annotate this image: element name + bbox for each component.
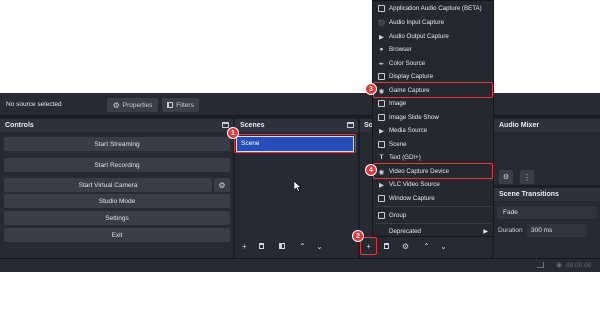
highlight-video-capture-device [373, 163, 493, 179]
transition-select[interactable]: Fade [497, 206, 597, 219]
speaker-icon: ▶ [379, 33, 384, 41]
step-4-badge: 4 [365, 164, 377, 176]
scene-transitions-header: Scene Transitions [494, 188, 600, 201]
record-icon: ◉ [556, 262, 563, 269]
trash-icon [384, 243, 389, 249]
mouse-cursor-icon [294, 181, 302, 192]
menu-item-audio-input-capture[interactable]: ⚫ Audio Input Capture [373, 16, 493, 29]
menu-item-color-source[interactable]: ✒ Color Source [373, 57, 493, 70]
properties-button[interactable]: ⚙ Properties [107, 98, 158, 112]
scenes-title: Scenes [240, 122, 265, 129]
text-icon: T [379, 154, 384, 161]
plus-icon: + [242, 241, 247, 251]
paint-brush-icon: ✒ [378, 60, 385, 68]
virtual-camera-settings-button[interactable]: ⚙ [214, 178, 230, 192]
move-scene-down-button[interactable]: ⌄ [313, 239, 326, 253]
status-bar [0, 258, 600, 272]
settings-button[interactable]: Settings [4, 211, 230, 225]
step-1-badge: 1 [227, 127, 239, 139]
chevron-down-icon: ⌄ [440, 241, 447, 251]
gear-icon: ⚙ [401, 241, 410, 251]
studio-mode-button[interactable]: Studio Mode [4, 194, 230, 208]
scene-icon [378, 141, 385, 148]
undock-icon[interactable] [222, 122, 229, 128]
menu-item-group[interactable]: Group [373, 209, 493, 222]
scene-filters-button[interactable] [275, 239, 288, 253]
menu-item-vlc-video-source[interactable]: ▶ VLC Video Source [373, 178, 493, 191]
remove-scene-button[interactable] [255, 239, 268, 253]
menu-item-deprecated[interactable]: Deprecated ▶ [373, 225, 493, 238]
scenes-header: Scenes [235, 119, 358, 132]
monitor-icon [378, 73, 385, 80]
folder-icon [378, 212, 385, 219]
move-source-down-button[interactable]: ⌄ [437, 239, 450, 253]
slideshow-icon [378, 114, 385, 121]
menu-item-audio-output-capture[interactable]: ▶ Audio Output Capture [373, 30, 493, 43]
gears-icon: ⚙ [502, 174, 510, 181]
menu-item-window-capture[interactable]: Window Capture [373, 192, 493, 205]
microphone-icon: ⚫ [377, 19, 386, 27]
menu-separator [375, 223, 491, 224]
filters-label: Filters [176, 101, 194, 109]
move-source-up-button[interactable]: ⌃ [420, 239, 433, 253]
menu-item-image-slide-show[interactable]: Image Slide Show [373, 111, 493, 124]
gear-icon: ⚙ [112, 100, 120, 110]
chevron-down-icon: ⌄ [316, 241, 323, 251]
start-recording-button[interactable]: Start Recording [4, 158, 230, 172]
audio-menu-button[interactable]: ⋮ [520, 170, 534, 184]
step-3-badge: 3 [365, 83, 377, 95]
audio-mixer-header: Audio Mixer [494, 119, 600, 132]
controls-title: Controls [5, 122, 34, 129]
duration-input[interactable]: 300 ms [527, 224, 587, 237]
menu-item-media-source[interactable]: ▶ Media Source [373, 124, 493, 137]
menu-item-app-audio-capture[interactable]: Application Audio Capture (BETA) [373, 2, 493, 15]
play-icon: ▶ [379, 127, 384, 135]
chevron-up-icon: ⌃ [299, 241, 306, 251]
properties-label: Properties [122, 101, 153, 109]
exit-button[interactable]: Exit [4, 228, 230, 242]
duration-label: Duration [498, 227, 523, 234]
chevron-right-icon: ▶ [483, 229, 488, 235]
remove-source-button[interactable] [380, 239, 393, 253]
start-streaming-button[interactable]: Start Streaming [4, 137, 230, 151]
filter-icon [167, 102, 174, 108]
source-properties-button[interactable]: ⚙ [399, 239, 412, 253]
highlight-scene-item [234, 134, 356, 153]
source-toolbar [0, 93, 600, 116]
window-icon [378, 195, 385, 202]
step-2-badge: 2 [352, 230, 364, 242]
highlight-game-capture [373, 82, 493, 98]
trash-icon [259, 243, 264, 249]
globe-icon: ● [379, 46, 384, 53]
undock-icon[interactable] [347, 122, 354, 128]
image-icon [378, 100, 385, 107]
audio-mixer-title: Audio Mixer [499, 122, 540, 129]
filter-icon [278, 243, 285, 249]
audio-settings-button[interactable]: ⚙ [499, 170, 513, 184]
controls-header: Controls [0, 119, 233, 132]
source-status-text: No source selected [6, 101, 62, 108]
start-virtual-camera-button[interactable]: Start Virtual Camera [4, 178, 212, 192]
menu-separator [375, 206, 491, 207]
app-audio-icon [378, 5, 385, 12]
more-vertical-icon: ⋮ [523, 172, 531, 182]
play-icon: ▶ [379, 181, 384, 189]
add-scene-button[interactable]: + [238, 239, 251, 253]
record-time: 00:00:00 [566, 262, 592, 269]
filters-button[interactable]: Filters [162, 98, 199, 112]
gear-icon: ⚙ [218, 180, 226, 190]
menu-item-image[interactable]: Image [373, 97, 493, 110]
signal-bars-icon [537, 262, 544, 268]
move-scene-up-button[interactable]: ⌃ [296, 239, 309, 253]
menu-item-scene[interactable]: Scene [373, 138, 493, 151]
chevron-up-icon: ⌃ [423, 241, 430, 251]
menu-item-browser[interactable]: ● Browser [373, 43, 493, 56]
scene-transitions-title: Scene Transitions [499, 191, 559, 198]
